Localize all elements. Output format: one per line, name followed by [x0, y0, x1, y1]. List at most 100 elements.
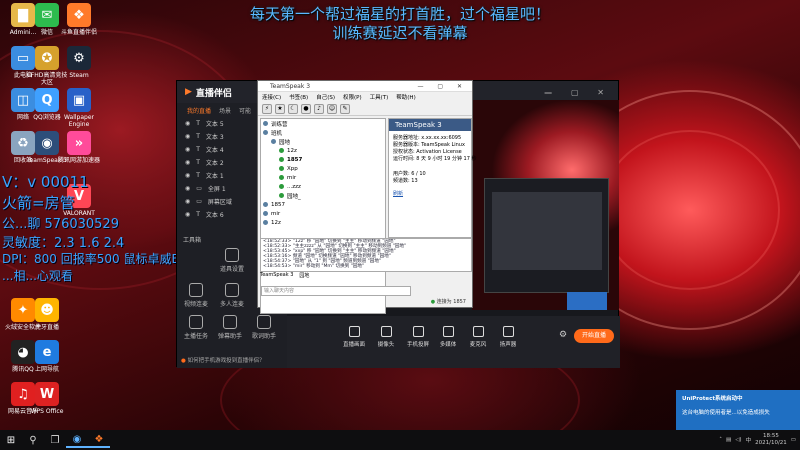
log-line: <18:54:53> "mir" 移动到 "Mm" 切换到 "园地" — [263, 264, 365, 269]
notice-text[interactable]: ● 如何把手机游戏投到直播伴侣？ — [181, 356, 265, 364]
start-live-button[interactable]: 开始直播 — [574, 329, 614, 343]
prop-settings-button[interactable]: 道具设置 — [217, 248, 247, 273]
menu-bookmarks[interactable]: 书签(B) — [289, 93, 308, 101]
menu-self[interactable]: 自己(S) — [316, 93, 335, 101]
connection-status: ● 连接为 1857 — [430, 299, 466, 305]
toast-title: UniProtect系统启动中 — [682, 396, 743, 402]
tree-item[interactable]: ...zzz — [261, 182, 385, 191]
text-icon: T — [196, 146, 200, 153]
tab-server-chat[interactable]: TeamSpeak 3 — [260, 272, 293, 280]
camera-icon — [380, 326, 392, 337]
menu-permissions[interactable]: 权限(P) — [343, 93, 362, 101]
ts-menu-bar: 连接(C) 书签(B) 自己(S) 权限(P) 工具(T) 帮助(H) — [258, 92, 472, 102]
channel-icon — [263, 121, 268, 126]
video-link-button[interactable]: 视频连麦 — [181, 283, 211, 308]
huya-icon: ☻ — [35, 298, 59, 322]
tab-channel-chat[interactable]: 园地 — [299, 272, 309, 280]
gift-icon — [225, 248, 239, 262]
stream-banner-line-2: 训练赛延迟不看弹幕 — [332, 24, 468, 42]
lyrics-helper-button[interactable]: 歌词助手 — [249, 315, 279, 340]
settings-icon[interactable]: ⚙ — [559, 330, 567, 340]
channel-icon — [263, 220, 268, 225]
server-info-row: 频道数: 13 — [393, 178, 418, 184]
volume-icon[interactable]: ◁) — [735, 437, 741, 443]
desktop-icon-steam[interactable]: ⚙ Steam — [56, 46, 102, 79]
microphone-button[interactable]: 麦克风 — [463, 326, 493, 348]
menu-connect[interactable]: 连接(C) — [262, 93, 281, 101]
chat-input[interactable]: 输入聊天内容 — [261, 286, 411, 296]
clock[interactable]: 18:55 2021/10/21 — [755, 433, 787, 447]
monitor-icon: ▭ — [196, 198, 202, 205]
eye-icon: ◉ — [185, 159, 191, 166]
menu-tools[interactable]: 工具(T) — [370, 93, 389, 101]
tree-item[interactable]: 班机 — [261, 128, 385, 137]
notification-toast[interactable]: UniProtect系统启动中 这台电脑的使用者是...以免造成损失 — [676, 390, 800, 430]
search-button[interactable]: ⚲ — [22, 432, 44, 448]
tree-item[interactable]: 12z — [261, 146, 385, 155]
douyu-icon: ❖ — [67, 3, 91, 27]
server-info-panel: TeamSpeak 3 服务器地址: x.xx.xx.xx:6095 服务器版本… — [388, 118, 477, 238]
phone-cast-button[interactable]: 手机投屏 — [403, 326, 433, 348]
desktop-icon-douyu[interactable]: ❖ 斗鱼直播伴侣 — [56, 3, 102, 36]
microphone-icon — [472, 326, 484, 337]
task-view-button[interactable]: ❐ — [44, 432, 66, 448]
speaker-icon — [502, 326, 514, 337]
channel-icon — [263, 130, 268, 135]
monitor-icon: ▭ — [196, 185, 202, 192]
mute-mic-icon[interactable]: ● — [301, 103, 311, 114]
ts-toolbar: ⚡ ★ ☾ ● ♪ ☺ ✎ — [258, 102, 472, 116]
stream-preview — [472, 100, 619, 310]
douyu-icon: ❖ — [94, 433, 104, 445]
desktop-icon-wps[interactable]: W WPS Office — [24, 382, 70, 415]
desktop-icon-ie[interactable]: e 上网导航 — [24, 340, 70, 373]
refresh-link[interactable]: 刷新 — [389, 191, 471, 198]
taskbar-teamspeak[interactable]: ◉ — [66, 432, 88, 448]
tree-item[interactable]: 园地_ — [261, 191, 385, 200]
channel-icon — [263, 202, 268, 207]
tree-item[interactable]: 1857 — [261, 155, 385, 164]
tree-item[interactable]: 园地 — [261, 137, 385, 146]
desktop-icon-tencent-accelerator[interactable]: » 腾讯网游加速器 — [56, 131, 102, 164]
camera-button[interactable]: 摄像头 — [371, 326, 401, 348]
live-screen-button[interactable]: 直播画面 — [339, 326, 369, 348]
tree-item[interactable]: mir — [261, 209, 385, 218]
input-language[interactable]: 中 — [746, 436, 752, 444]
tree-item[interactable]: mir — [261, 173, 385, 182]
tab-other[interactable]: 可能 — [239, 106, 251, 115]
tree-item[interactable]: 12z — [261, 218, 385, 227]
tab-my-live[interactable]: 我的直播 — [187, 106, 211, 115]
contacts-icon[interactable]: ☺ — [327, 103, 337, 114]
start-button[interactable]: ⊞ — [0, 432, 22, 448]
network-icon[interactable]: ▤ — [726, 437, 731, 443]
eye-icon: ◉ — [185, 211, 191, 218]
wallpaper-engine-icon: ▣ — [67, 88, 91, 112]
tab-scene[interactable]: 场景 — [219, 106, 231, 115]
taskbar-stream-app[interactable]: ❖ — [88, 432, 110, 448]
mute-speaker-icon[interactable]: ♪ — [314, 103, 324, 114]
server-info-row: 用户数: 6 / 10 — [393, 171, 426, 177]
tree-item[interactable]: Xpp — [261, 164, 385, 173]
whisper-icon[interactable]: ✎ — [340, 103, 350, 114]
connect-icon[interactable]: ⚡ — [262, 103, 272, 114]
phone-icon — [412, 326, 424, 337]
speaker-button[interactable]: 扬声器 — [493, 326, 523, 348]
user-icon — [279, 175, 284, 180]
media-button[interactable]: 多媒体 — [433, 326, 463, 348]
menu-help[interactable]: 帮助(H) — [396, 93, 415, 101]
users-icon — [225, 283, 239, 297]
desktop-icon-wallpaper-engine[interactable]: ▣ Wallpaper Engine — [56, 88, 102, 128]
ie-icon: e — [35, 340, 59, 364]
notification-center-icon[interactable]: ▭ — [791, 437, 796, 443]
away-icon[interactable]: ☾ — [288, 103, 298, 114]
tree-item[interactable]: 1857 — [261, 200, 385, 209]
task-view-icon: ❐ — [50, 434, 60, 446]
bookmark-icon[interactable]: ★ — [275, 103, 285, 114]
chevron-up-icon[interactable]: ˄ — [719, 437, 722, 443]
danmaku-helper-button[interactable]: 弹幕助手 — [215, 315, 245, 340]
desktop-icon-huya[interactable]: ☻ 虎牙直播 — [24, 298, 70, 331]
eye-icon: ◉ — [185, 120, 191, 127]
server-info-heading: TeamSpeak 3 — [389, 119, 471, 131]
streamer-task-button[interactable]: 主播任务 — [181, 315, 211, 340]
multi-link-button[interactable]: 多人连麦 — [217, 283, 247, 308]
tree-item[interactable]: 训练营 — [261, 119, 385, 128]
